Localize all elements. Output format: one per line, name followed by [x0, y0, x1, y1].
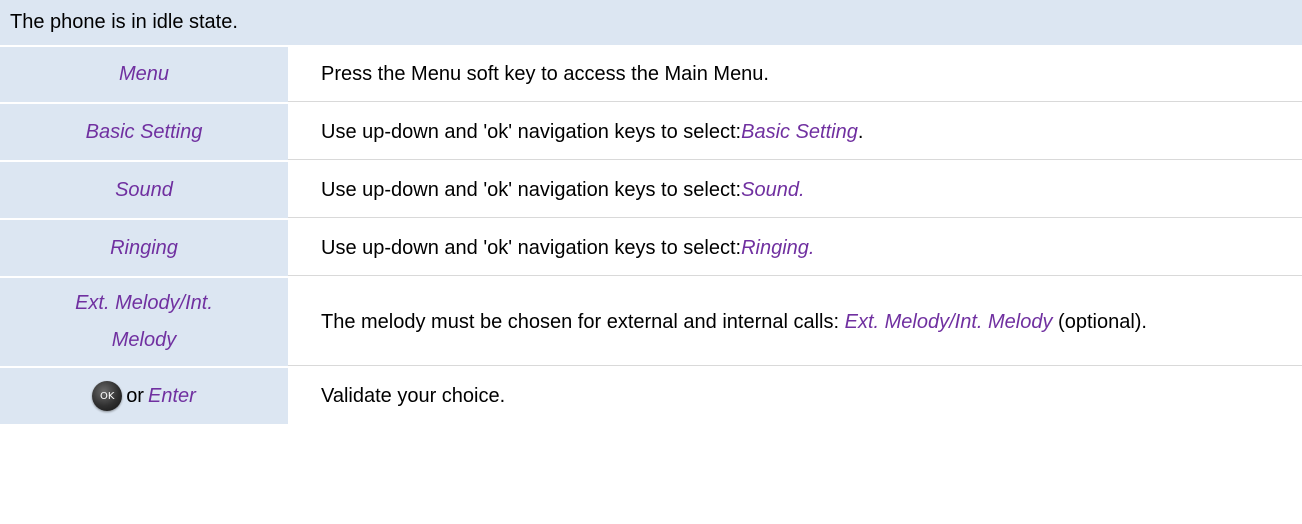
- description-text: .: [857, 120, 864, 143]
- table-row: OK or Enter Validate your choice.: [0, 366, 1302, 424]
- description-emphasis: Basic Setting: [741, 120, 858, 143]
- description-text: Use up-down and 'ok' navigation keys to …: [321, 178, 742, 201]
- description-emphasis: Sound.: [741, 178, 805, 201]
- step-description: Validate your choice.: [321, 385, 506, 407]
- step-key-line: Ext. Melody/Int.: [75, 292, 213, 314]
- table-row: Sound Use up-down and 'ok' navigation ke…: [0, 160, 1302, 218]
- step-key-melody: Ext. Melody/Int. Melody: [0, 278, 288, 366]
- table-row: Ext. Melody/Int. Melody The melody must …: [0, 276, 1302, 366]
- description-emphasis: Ext. Melody/Int. Melody: [844, 310, 1053, 333]
- table-row: Menu Press the Menu soft key to access t…: [0, 45, 1302, 102]
- table-row: Ringing Use up-down and 'ok' navigation …: [0, 218, 1302, 276]
- step-description: Press the Menu soft key to access the Ma…: [288, 47, 1302, 102]
- description-emphasis: Ringing.: [741, 236, 815, 259]
- ok-button-icon: OK: [92, 381, 123, 411]
- description-paragraph: The melody must be chosen for external a…: [321, 309, 1147, 335]
- or-text: or: [126, 384, 144, 407]
- description-text: The melody must be chosen for external a…: [321, 310, 845, 333]
- enter-key-label: Enter: [147, 384, 196, 407]
- step-key-basic-setting: Basic Setting: [0, 104, 288, 160]
- description-text: (optional).: [1052, 310, 1147, 333]
- table-header: The phone is in idle state.: [0, 0, 1302, 45]
- step-key-enter: OK or Enter: [0, 368, 288, 424]
- step-key-menu: Menu: [0, 47, 288, 102]
- step-key-sound: Sound: [0, 162, 288, 218]
- step-description: Use up-down and 'ok' navigation keys to …: [288, 104, 1302, 160]
- description-text: Use up-down and 'ok' navigation keys to …: [321, 120, 742, 143]
- step-description: The melody must be chosen for external a…: [288, 278, 1302, 366]
- step-description: Use up-down and 'ok' navigation keys to …: [288, 220, 1302, 276]
- step-key-line: Melody: [111, 329, 177, 351]
- description-text: Use up-down and 'ok' navigation keys to …: [321, 236, 742, 259]
- table-row: Basic Setting Use up-down and 'ok' navig…: [0, 102, 1302, 160]
- instruction-table: The phone is in idle state. Menu Press t…: [0, 0, 1302, 524]
- step-description: Use up-down and 'ok' navigation keys to …: [288, 162, 1302, 218]
- step-key-ringing: Ringing: [0, 220, 288, 276]
